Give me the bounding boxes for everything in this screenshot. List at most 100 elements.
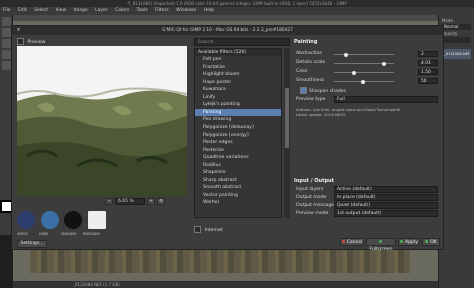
painting-preview-icon — [17, 46, 187, 196]
filter-list-header: Available filters (526) — [195, 49, 281, 56]
filter-item-highlight-bloom[interactable]: Highlight bloom — [195, 71, 281, 79]
filter-item-smooth-abstract[interactable]: Smooth abstract — [195, 184, 281, 192]
select-tool-icon[interactable] — [1, 28, 11, 37]
filter-item-polygonize-energy[interactable]: Polygonize [energy] — [195, 132, 281, 140]
details-scale-input[interactable]: 4.01 — [418, 60, 438, 66]
filter-item-hope-poster[interactable]: Hope poster — [195, 79, 281, 87]
internet-checkbox[interactable] — [194, 225, 201, 233]
text-tool-icon[interactable] — [1, 61, 11, 70]
output-messages-select[interactable]: Quiet (default) — [334, 202, 438, 209]
filter-item-quadtree-variations[interactable]: Quadtree variations — [195, 154, 281, 162]
filter-item-posterize[interactable]: Posterize — [195, 147, 281, 155]
settings-button[interactable]: Settings... — [17, 240, 47, 248]
filter-item-polygonize-delaunay[interactable]: Polygonize [delaunay] — [195, 124, 281, 132]
details-scale-slider-knob[interactable] — [382, 61, 386, 66]
brush-tool-icon[interactable] — [1, 50, 11, 59]
output-mode-label: Output mode — [296, 195, 327, 200]
preview-mode-label: Preview mode — [296, 211, 329, 216]
menu-view[interactable]: View — [55, 8, 66, 13]
preview-type-label: Preview type — [296, 97, 326, 102]
menu-image[interactable]: Image — [74, 8, 88, 13]
menu-file[interactable]: File — [3, 8, 11, 13]
search-input[interactable]: Search — [194, 38, 290, 46]
menu-select[interactable]: Select — [34, 8, 48, 13]
sponsor-logos: GREYC CNRS UNICAEN ENSICAEN — [17, 211, 137, 241]
smoothness-slider[interactable] — [334, 79, 394, 84]
output-mode-select[interactable]: In place (default) — [334, 194, 438, 201]
menu-edit[interactable]: Edit — [18, 8, 27, 13]
filter-item-warhol[interactable]: Warhol — [195, 199, 281, 207]
cancel-icon — [341, 240, 345, 243]
filter-item-shapeism[interactable]: Shapeism — [195, 169, 281, 177]
unicaen-logo-icon — [64, 211, 83, 229]
move-tool-icon[interactable] — [1, 17, 11, 26]
preview-checkbox[interactable] — [17, 37, 24, 45]
cancel-button[interactable]: Cancel — [340, 238, 364, 246]
mode-select[interactable]: Normal — [442, 24, 471, 30]
fullscreen-button[interactable]: Fullscreen — [366, 238, 396, 252]
filter-item-pen-drawing[interactable]: Pen drawing — [195, 116, 281, 124]
filter-list: Available filters (526) Felt pen Fractal… — [194, 48, 282, 218]
filter-item-sharp-abstract[interactable]: Sharp abstract — [195, 177, 281, 185]
logo-label-greyc: GREYC — [17, 232, 29, 236]
filter-item-poster-edges[interactable]: Poster edges — [195, 139, 281, 147]
close-icon[interactable]: × — [15, 27, 22, 34]
zoom-reset-icon[interactable]: ⟲ — [157, 198, 165, 205]
ok-button[interactable]: OK — [422, 238, 440, 246]
menu-help[interactable]: Help — [204, 8, 214, 13]
zoom-out-icon[interactable]: − — [105, 198, 113, 205]
preview-image[interactable] — [17, 46, 187, 196]
smoothness-input[interactable]: 50 — [418, 78, 438, 84]
input-layers-select[interactable]: Active (default) — [334, 186, 438, 193]
output-messages-label: Output messages — [296, 203, 337, 208]
apply-icon — [400, 240, 403, 243]
filter-credits: Authors: Lyle Kroll, Angelo Lama and Dav… — [296, 108, 436, 120]
filter-item-lylejks-painting[interactable]: Lylejk's painting — [195, 101, 281, 109]
color-slider-knob[interactable] — [352, 70, 356, 75]
logo-label-cnrs: CNRS — [39, 232, 49, 236]
filter-item-felt-pen[interactable]: Felt pen — [195, 56, 281, 64]
internet-label: Internet — [204, 228, 223, 233]
opacity-label: Opacity — [442, 31, 458, 36]
menu-windows[interactable]: Windows — [176, 8, 196, 13]
input-layers-label: Input layers — [296, 187, 324, 192]
scrollbar-thumb[interactable] — [285, 88, 289, 148]
io-title: Input / Output — [294, 178, 334, 184]
opacity-slider[interactable] — [442, 37, 471, 43]
filter-item-rodilius[interactable]: Rodilius — [195, 162, 281, 170]
preview-type-select[interactable]: Full — [334, 96, 438, 103]
fullscreen-label: Fullscreen — [369, 247, 393, 252]
ok-icon — [425, 240, 429, 243]
filter-item-painting[interactable]: Painting — [195, 108, 281, 117]
zoom-value[interactable]: 6.65 % — [115, 198, 145, 205]
fullscreen-icon — [378, 240, 382, 243]
menu-filters[interactable]: Filters — [155, 8, 169, 13]
color-slider[interactable] — [334, 70, 394, 75]
preview-type-value: Full — [337, 97, 345, 102]
color-input[interactable]: 1.50 — [418, 69, 438, 75]
abstraction-slider-knob[interactable] — [344, 52, 348, 57]
filter-item-kuwahara[interactable]: Kuwahara — [195, 86, 281, 94]
abstraction-input[interactable]: 2 — [418, 51, 438, 57]
layer-row[interactable]: _8131084.NEF — [442, 49, 471, 59]
crop-tool-icon[interactable] — [1, 39, 11, 48]
preview-mode-select[interactable]: 1st output (default) — [334, 210, 438, 217]
sharpen-shades-checkbox[interactable] — [300, 86, 307, 94]
filter-item-linify[interactable]: Linify — [195, 94, 281, 102]
filter-list-scrollbar[interactable] — [284, 48, 290, 218]
sharpen-shades-label: Sharpen shades — [309, 89, 346, 94]
gmic-dialog: G'MIC-Qt for GIMP 2.10 - Mac OS 64 bits … — [11, 25, 444, 252]
abstraction-slider[interactable] — [334, 52, 394, 57]
params-title: Painting — [294, 39, 318, 45]
menu-colors[interactable]: Colors — [115, 8, 129, 13]
apply-button[interactable]: Apply — [398, 238, 420, 246]
smoothness-slider-knob[interactable] — [361, 79, 365, 84]
menu-tools[interactable]: Tools — [137, 8, 148, 13]
logo-label-unicaen: UNICAEN — [61, 232, 76, 236]
filter-item-vector-painting[interactable]: Vector painting — [195, 192, 281, 200]
menu-layer[interactable]: Layer — [95, 8, 108, 13]
details-scale-slider[interactable] — [334, 61, 394, 66]
zoom-in-icon[interactable]: + — [147, 198, 155, 205]
filter-item-fractalize[interactable]: Fractalize — [195, 64, 281, 72]
credits-update: Latest update: 2015/08/05. — [296, 112, 347, 117]
